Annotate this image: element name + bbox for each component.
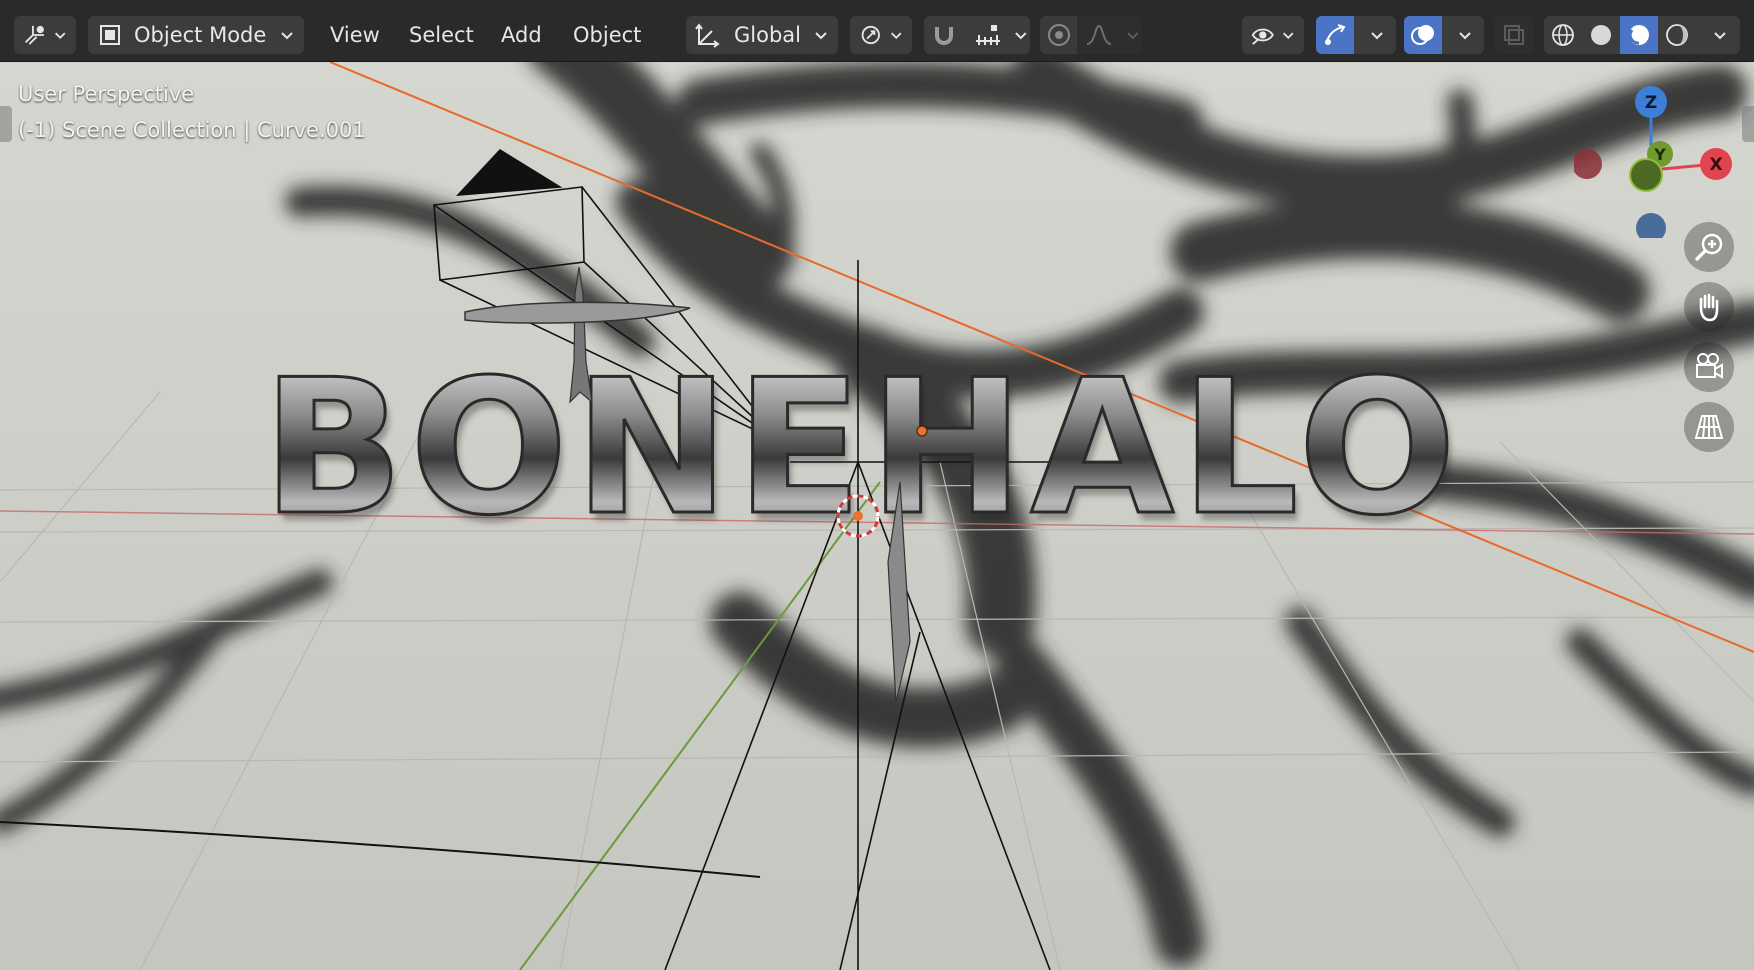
xray-icon bbox=[1504, 25, 1524, 45]
collection-label: (-1) Scene Collection | Curve.001 bbox=[18, 118, 366, 142]
gizmo-arrow-icon bbox=[1325, 24, 1346, 45]
snap-target-dropdown[interactable] bbox=[963, 16, 1012, 54]
3d-viewport[interactable]: BONEHALO BONEHALO User Perspective (-1) … bbox=[0, 62, 1754, 970]
editor-type-button[interactable] bbox=[14, 16, 76, 54]
shading-group bbox=[1544, 16, 1740, 54]
gizmo-neg-z[interactable] bbox=[1636, 213, 1666, 238]
chevron-down-icon bbox=[1015, 32, 1027, 40]
chevron-down-icon bbox=[281, 32, 293, 40]
falloff-curve-icon bbox=[1086, 24, 1112, 45]
zoom-icon bbox=[1695, 233, 1723, 261]
gizmo-neg-y[interactable] bbox=[1629, 158, 1663, 192]
overlays-group bbox=[1404, 16, 1484, 54]
proportional-editing-group bbox=[1040, 16, 1142, 54]
chevron-down-icon bbox=[1127, 32, 1139, 40]
snap-increment-icon bbox=[975, 25, 1000, 45]
svg-text:X: X bbox=[1709, 155, 1722, 175]
chevron-down-icon bbox=[54, 32, 65, 40]
material-sphere-icon bbox=[1628, 25, 1649, 45]
gizmo-neg-x[interactable] bbox=[1574, 149, 1602, 179]
menu-select[interactable]: Select bbox=[401, 16, 482, 54]
shading-rendered[interactable] bbox=[1658, 16, 1696, 54]
hand-pan-icon bbox=[1699, 293, 1719, 322]
blender-window: Object Mode View Select Add Object Globa… bbox=[0, 0, 1754, 970]
chevron-down-icon bbox=[1371, 32, 1383, 40]
snapping-group bbox=[924, 16, 1030, 54]
chevron-down-icon bbox=[815, 32, 827, 40]
shading-dropdown[interactable] bbox=[1696, 16, 1740, 54]
snap-toggle[interactable] bbox=[924, 16, 963, 54]
view-perspective-label: User Perspective bbox=[18, 82, 195, 106]
transform-orientation-dropdown[interactable]: Global bbox=[686, 16, 838, 54]
ortho-toggle-button[interactable] bbox=[1684, 402, 1734, 452]
pan-button[interactable] bbox=[1684, 282, 1734, 332]
overlays-dropdown[interactable] bbox=[1442, 16, 1484, 54]
eye-icon bbox=[1251, 28, 1274, 45]
proportional-editing-toggle[interactable] bbox=[1040, 16, 1078, 54]
mode-dropdown[interactable]: Object Mode bbox=[88, 16, 304, 54]
orientation-label: Global bbox=[734, 23, 801, 47]
orientation-axes-icon bbox=[695, 23, 720, 48]
overlays-icon bbox=[1411, 25, 1434, 45]
viewport-header: Object Mode View Select Add Object Globa… bbox=[0, 0, 1754, 62]
solid-sphere-icon bbox=[1591, 25, 1611, 45]
grid-ortho-icon bbox=[1694, 415, 1724, 439]
navigation-gizmo[interactable]: Y Z X bbox=[1574, 78, 1734, 238]
menu-add[interactable]: Add bbox=[493, 16, 550, 54]
camera-view-button[interactable] bbox=[1684, 342, 1734, 392]
wireframe-sphere-icon bbox=[1552, 24, 1574, 46]
object-mode-icon bbox=[100, 25, 120, 45]
pivot-point-dropdown[interactable] bbox=[850, 16, 912, 54]
chevron-down-icon bbox=[1714, 32, 1726, 40]
chevron-down-icon bbox=[890, 32, 901, 40]
xray-toggle[interactable] bbox=[1494, 16, 1534, 54]
rendered-sphere-icon bbox=[1666, 24, 1688, 46]
chevron-down-icon bbox=[1282, 32, 1293, 40]
object-origin bbox=[916, 425, 928, 437]
gizmo-toggle[interactable] bbox=[1316, 16, 1354, 54]
toolbar-expand-tab[interactable] bbox=[0, 106, 12, 142]
gizmo-group bbox=[1316, 16, 1396, 54]
chrome-3d-text: BONEHALO bbox=[262, 339, 1462, 556]
svg-text:Z: Z bbox=[1645, 93, 1657, 113]
shading-solid[interactable] bbox=[1582, 16, 1620, 54]
menu-view[interactable]: View bbox=[322, 16, 388, 54]
falloff-dropdown[interactable] bbox=[1077, 16, 1120, 54]
camera-view-icon bbox=[1696, 353, 1723, 379]
view3d-editor-icon bbox=[25, 25, 44, 45]
overlays-toggle[interactable] bbox=[1404, 16, 1442, 54]
gizmo-dropdown[interactable] bbox=[1354, 16, 1396, 54]
chevron-down-icon bbox=[1459, 32, 1471, 40]
shading-material-preview[interactable] bbox=[1620, 16, 1658, 54]
viewport-scene: BONEHALO BONEHALO bbox=[0, 62, 1754, 970]
menu-object[interactable]: Object bbox=[565, 16, 649, 54]
magnet-icon bbox=[934, 27, 953, 45]
proportional-editing-icon bbox=[1047, 24, 1070, 46]
pivot-point-icon bbox=[861, 25, 880, 45]
zoom-button[interactable] bbox=[1684, 222, 1734, 272]
mode-label: Object Mode bbox=[134, 23, 267, 47]
object-visibility-dropdown[interactable] bbox=[1242, 16, 1304, 54]
sidebar-expand-tab[interactable] bbox=[1742, 106, 1754, 142]
shading-wireframe[interactable] bbox=[1544, 16, 1582, 54]
